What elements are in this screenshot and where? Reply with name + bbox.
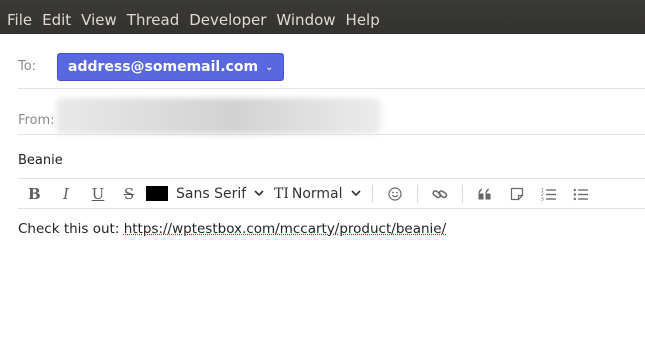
strikethrough-button[interactable]: S [114, 179, 144, 209]
body-text: Check this out: [18, 221, 124, 237]
to-label: To: [18, 59, 37, 74]
menu-file[interactable]: File [2, 0, 37, 34]
link-icon[interactable] [424, 179, 456, 209]
font-size-value: Normal [291, 185, 343, 202]
from-label: From: [18, 113, 55, 128]
chevron-down-icon [350, 190, 361, 197]
font-family-value: Sans Serif [176, 185, 247, 202]
ordered-list-icon[interactable]: 123 [533, 179, 565, 209]
text-size-icon: TI [274, 185, 289, 202]
toolbar-separator [462, 184, 463, 203]
italic-button[interactable]: I [50, 179, 82, 209]
body-link[interactable]: https://wptestbox.com/mccarty/product/be… [124, 221, 446, 237]
menu-help[interactable]: Help [341, 0, 385, 34]
menu-bar: File Edit View Thread Developer Window H… [0, 0, 645, 34]
composer: To: address@somemail.com ⌄ From: Beanie … [0, 34, 645, 349]
menu-thread[interactable]: Thread [122, 0, 184, 34]
underline-button[interactable]: U [82, 179, 114, 209]
note-icon[interactable] [501, 179, 533, 209]
text-color-picker[interactable] [146, 186, 168, 201]
chevron-down-icon[interactable]: ⌄ [265, 62, 273, 73]
subject-field[interactable]: Beanie [18, 153, 63, 168]
menu-developer[interactable]: Developer [184, 0, 271, 34]
svg-text:3: 3 [541, 196, 544, 201]
bold-button[interactable]: B [18, 179, 50, 209]
subject-row: Beanie [18, 135, 645, 179]
quote-icon[interactable] [469, 179, 501, 209]
to-row: To: address@somemail.com ⌄ [18, 34, 645, 89]
formatting-toolbar: B I U S Sans Serif TI Normal 123 [18, 179, 645, 209]
menu-window[interactable]: Window [271, 0, 340, 34]
recipient-address: address@somemail.com [68, 59, 259, 75]
toolbar-separator [417, 184, 418, 203]
font-family-select[interactable]: Sans Serif [176, 179, 273, 209]
menu-view[interactable]: View [76, 0, 122, 34]
message-body[interactable]: Check this out: https://wptestbox.com/mc… [18, 221, 446, 237]
menu-edit[interactable]: Edit [37, 0, 76, 34]
font-size-select[interactable]: TI Normal [274, 179, 366, 209]
from-account-redacted[interactable] [56, 98, 381, 134]
toolbar-separator [372, 184, 373, 203]
chevron-down-icon [254, 190, 264, 197]
emoji-icon[interactable] [379, 179, 411, 209]
from-row: From: [18, 89, 645, 135]
bullet-list-icon[interactable] [565, 179, 597, 209]
recipient-chip[interactable]: address@somemail.com ⌄ [57, 53, 285, 81]
